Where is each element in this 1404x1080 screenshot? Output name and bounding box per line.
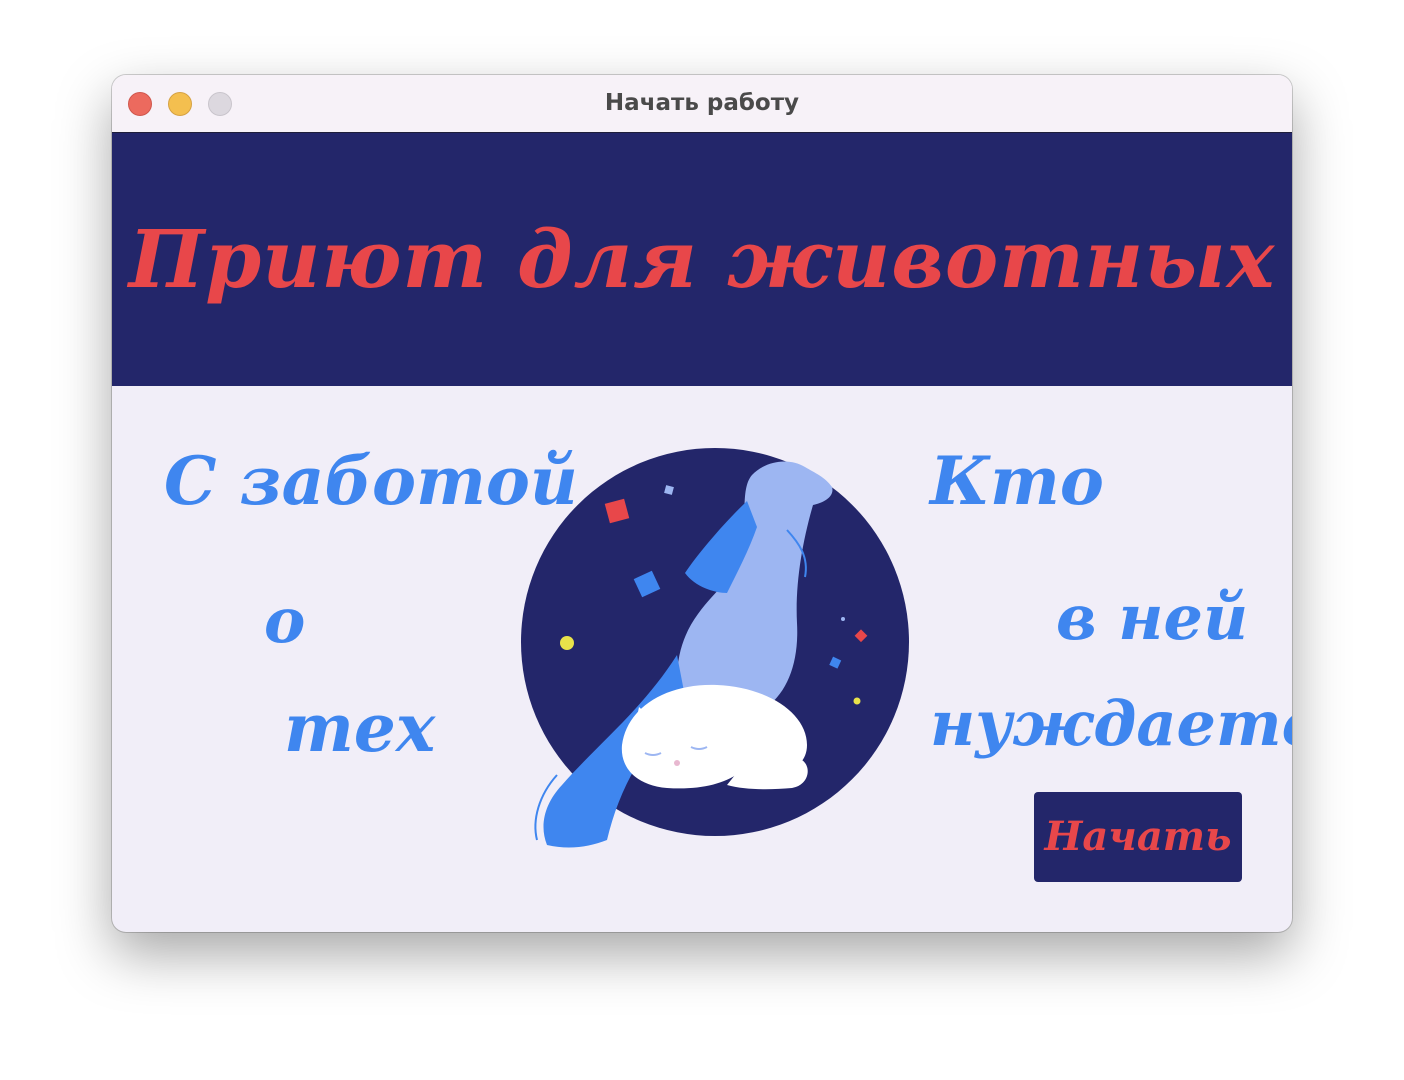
slogan-left-line-3: тех	[284, 689, 436, 767]
title-bar[interactable]: Начать работу	[112, 75, 1292, 133]
slogan-right-line-3: нуждается	[930, 687, 1292, 760]
slogan-right-line-1: Кто	[930, 442, 1104, 520]
slogan-left-line-1: С заботой	[164, 442, 578, 520]
header-banner: Приют для животных	[112, 133, 1292, 386]
start-button[interactable]: Начать	[1034, 792, 1242, 882]
app-window: Начать работу Приют для животных С забот…	[112, 75, 1292, 932]
slogan-right-line-2: в ней	[1056, 581, 1249, 654]
window-title: Начать работу	[604, 90, 800, 116]
shelter-title: Приют для животных	[128, 212, 1276, 306]
dog-and-cat-illustration-icon	[521, 448, 909, 848]
slogan-left-line-2: о	[264, 584, 306, 657]
